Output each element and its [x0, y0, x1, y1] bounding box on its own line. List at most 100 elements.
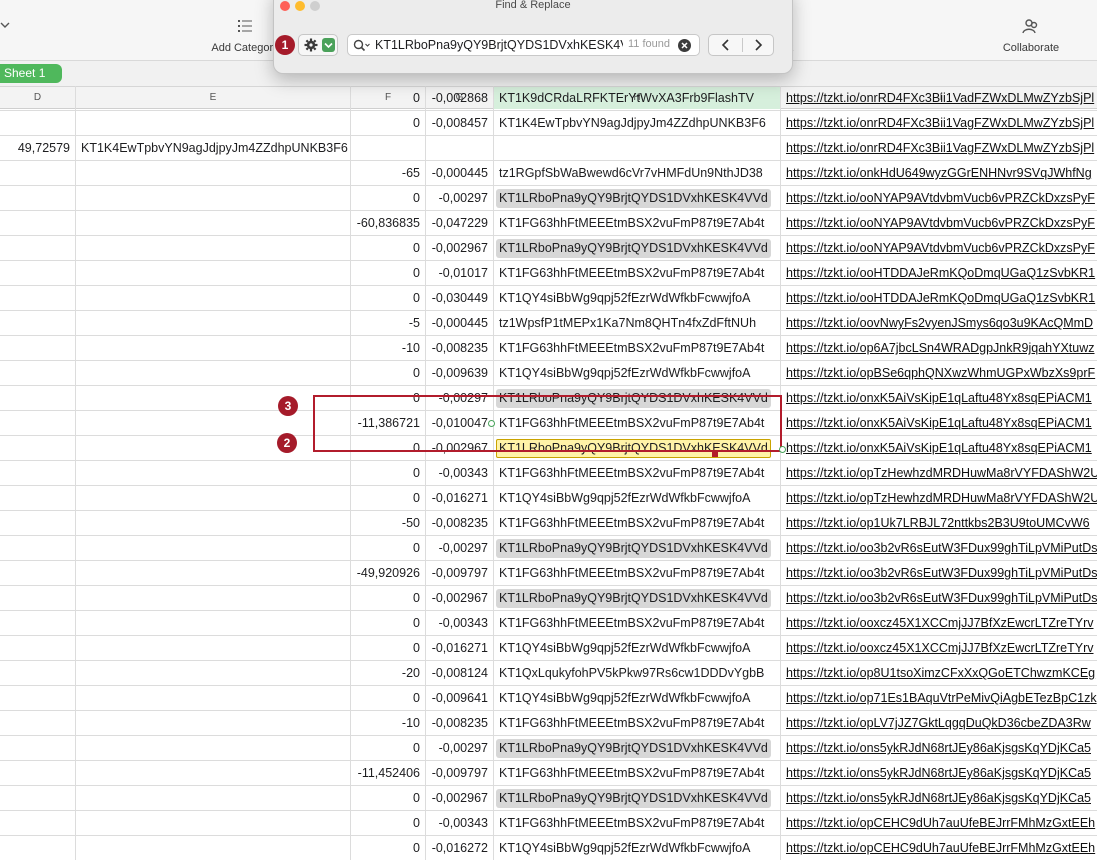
cell-f[interactable]: 0: [351, 286, 426, 311]
search-icon[interactable]: [353, 39, 371, 53]
cell-e[interactable]: [76, 486, 351, 511]
cell-link[interactable]: https://tzkt.io/oovNwyFs2vyenJSmys6qo3u9…: [781, 311, 1097, 336]
cell-f[interactable]: 0: [351, 486, 426, 511]
cell-d[interactable]: [0, 236, 76, 261]
cell-link[interactable]: https://tzkt.io/op8U1tsoXimzCFxXxQGoETCh…: [781, 661, 1097, 686]
cell-link[interactable]: https://tzkt.io/oo3b2vR6sEutW3FDux99ghTi…: [781, 561, 1097, 586]
cell-d[interactable]: [0, 561, 76, 586]
cell-link[interactable]: https://tzkt.io/ooHTDDAJeRmKQoDmqUGaQ1zS…: [781, 286, 1097, 311]
cell-f[interactable]: 0: [351, 736, 426, 761]
cell-g[interactable]: -0,008235: [426, 336, 494, 361]
cell-e[interactable]: [76, 386, 351, 411]
find-search-input[interactable]: [375, 36, 623, 54]
cell-e[interactable]: [76, 811, 351, 836]
cell-g[interactable]: -0,016272: [426, 836, 494, 860]
cell-f[interactable]: 0: [351, 361, 426, 386]
selection-handle[interactable]: [488, 420, 495, 427]
cell-g[interactable]: -0,016271: [426, 636, 494, 661]
cell-d[interactable]: [0, 811, 76, 836]
cell-e[interactable]: [76, 786, 351, 811]
cell-h[interactable]: KT1QY4siBbWg9qpj52fEzrWdWfkbFcwwjfoA: [494, 486, 781, 511]
cell-g[interactable]: -0,030449: [426, 286, 494, 311]
cell-d[interactable]: [0, 411, 76, 436]
cell-d[interactable]: [0, 686, 76, 711]
cell-g[interactable]: -0,009797: [426, 761, 494, 786]
cell-g[interactable]: -0,000445: [426, 161, 494, 186]
cell-e[interactable]: [76, 636, 351, 661]
cell-e[interactable]: [76, 286, 351, 311]
cell-h[interactable]: KT1QY4siBbWg9qpj52fEzrWdWfkbFcwwjfoA: [494, 836, 781, 860]
cell-g[interactable]: -0,008457: [426, 111, 494, 136]
cell-e[interactable]: [76, 611, 351, 636]
cell-d[interactable]: [0, 211, 76, 236]
cell-f[interactable]: 0: [351, 236, 426, 261]
cell-d[interactable]: [0, 361, 76, 386]
cell-link[interactable]: https://tzkt.io/onrRD4FXc3Bii1VagFZWxDLM…: [781, 136, 1097, 161]
cell-link[interactable]: https://tzkt.io/ons5ykRJdN68rtJEy86aKjsg…: [781, 761, 1097, 786]
cell-g[interactable]: -0,008235: [426, 711, 494, 736]
cell-f[interactable]: -60,836835: [351, 211, 426, 236]
cell-e[interactable]: [76, 411, 351, 436]
cell-link[interactable]: https://tzkt.io/op71Es1BAquVtrPeMivQiAgb…: [781, 686, 1097, 711]
cell-e[interactable]: [76, 361, 351, 386]
cell-g[interactable]: -0,009797: [426, 561, 494, 586]
cell-g[interactable]: -0,00297: [426, 186, 494, 211]
cell-g[interactable]: -0,016271: [426, 486, 494, 511]
collaborate-button[interactable]: Collaborate: [990, 18, 1072, 54]
cell-h[interactable]: KT1LRboPna9yQY9BrjtQYDS1DVxhKESK4VVd: [494, 736, 781, 761]
cell-g[interactable]: -0,00343: [426, 811, 494, 836]
cell-f[interactable]: 0: [351, 86, 426, 111]
cell-d[interactable]: [0, 161, 76, 186]
cell-d[interactable]: [0, 386, 76, 411]
cell-f[interactable]: -10: [351, 711, 426, 736]
cell-d[interactable]: [0, 636, 76, 661]
cell-g[interactable]: -0,002967: [426, 236, 494, 261]
find-options-button[interactable]: [298, 34, 338, 56]
cell-e[interactable]: [76, 661, 351, 686]
cell-e[interactable]: [76, 236, 351, 261]
chevron-down-icon[interactable]: [322, 38, 335, 52]
cell-e[interactable]: [76, 211, 351, 236]
cell-e[interactable]: [76, 586, 351, 611]
cell-f[interactable]: 0: [351, 261, 426, 286]
cell-link[interactable]: https://tzkt.io/opBSe6qphQNXwzWhmUGPxWbz…: [781, 361, 1097, 386]
cell-h[interactable]: KT1QY4siBbWg9qpj52fEzrWdWfkbFcwwjfoA: [494, 286, 781, 311]
cell-f[interactable]: 0: [351, 186, 426, 211]
selection-handle[interactable]: [779, 446, 786, 453]
cell-d[interactable]: [0, 661, 76, 686]
cell-link[interactable]: https://tzkt.io/opCEHC9dUh7auUfeBEJrrFMh…: [781, 836, 1097, 860]
cell-d[interactable]: [0, 786, 76, 811]
cell-link[interactable]: https://tzkt.io/ooNYAP9AVtdvbmVucb6vPRZC…: [781, 236, 1097, 261]
cell-link[interactable]: https://tzkt.io/onrRD4FXc3Bii1VadFZWxDLM…: [781, 86, 1097, 111]
cell-d[interactable]: [0, 86, 76, 111]
cell-f[interactable]: 0: [351, 636, 426, 661]
cell-g[interactable]: -0,009641: [426, 686, 494, 711]
cell-f[interactable]: -20: [351, 661, 426, 686]
cell-e[interactable]: [76, 311, 351, 336]
cell-link[interactable]: https://tzkt.io/opLV7jJZ7GktLqgqDuQkD36c…: [781, 711, 1097, 736]
cell-h[interactable]: KT1FG63hhFtMEEEtmBSX2vuFmP87t9E7Ab4t: [494, 211, 781, 236]
sheet-tab[interactable]: Sheet 1: [0, 64, 62, 83]
cell-link[interactable]: https://tzkt.io/oo3b2vR6sEutW3FDux99ghTi…: [781, 586, 1097, 611]
cell-h[interactable]: KT1QY4siBbWg9qpj52fEzrWdWfkbFcwwjfoA: [494, 636, 781, 661]
cell-h[interactable]: KT1FG63hhFtMEEEtmBSX2vuFmP87t9E7Ab4t: [494, 811, 781, 836]
cell-d[interactable]: [0, 736, 76, 761]
cell-d[interactable]: [0, 436, 76, 461]
cell-link[interactable]: https://tzkt.io/ooxcz45X1XCCmjJJ7BfXzEwc…: [781, 611, 1097, 636]
cell-e[interactable]: [76, 436, 351, 461]
cell-g[interactable]: -0,00297: [426, 536, 494, 561]
cell-g[interactable]: -0,00343: [426, 461, 494, 486]
clear-search-icon[interactable]: [678, 39, 691, 52]
cell-d[interactable]: [0, 536, 76, 561]
cell-g[interactable]: -0,002868: [426, 86, 494, 111]
cell-link[interactable]: https://tzkt.io/onxK5AiVsKipE1qLaftu48Yx…: [781, 386, 1097, 411]
cell-f[interactable]: -50: [351, 511, 426, 536]
cell-f[interactable]: 0: [351, 686, 426, 711]
cell-d[interactable]: [0, 836, 76, 860]
cell-d[interactable]: [0, 486, 76, 511]
cell-h[interactable]: KT1FG63hhFtMEEEtmBSX2vuFmP87t9E7Ab4t: [494, 336, 781, 361]
cell-d[interactable]: [0, 511, 76, 536]
cell-e[interactable]: [76, 161, 351, 186]
cell-h[interactable]: tz1WpsfP1tMEPx1Ka7Nm8QHTn4fxZdFftNUh: [494, 311, 781, 336]
cell-e[interactable]: [76, 761, 351, 786]
